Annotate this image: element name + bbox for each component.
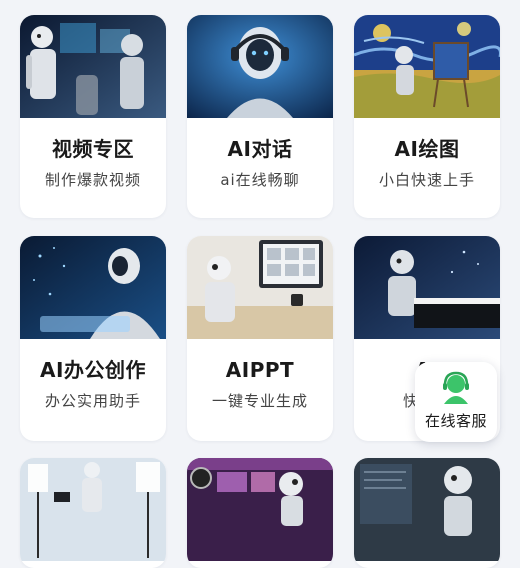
thumb-robot-painting [354, 15, 500, 118]
headset-avatar-icon [439, 370, 473, 408]
thumb-robots-in-studio [20, 15, 166, 118]
thumb-robot-photo-studio [20, 458, 166, 561]
card-ai-chat[interactable]: AI对话 ai在线畅聊 [187, 15, 333, 218]
card-subtitle: 办公实用助手 [44, 392, 141, 410]
customer-service-label: 在线客服 [424, 412, 487, 430]
thumb-robot-piano [354, 236, 500, 339]
card-title: AI办公创作 [40, 358, 146, 382]
thumb-robot-with-headset [187, 15, 333, 118]
thumb-robot-typing [20, 236, 166, 339]
card-ai-office[interactable]: AI办公创作 办公实用助手 [20, 236, 166, 441]
thumb-robot-at-desk [187, 236, 333, 339]
card-ai-drawing[interactable]: AI绘图 小白快速上手 [354, 15, 500, 218]
card-title: AIPPT [225, 358, 295, 382]
card-subtitle: 制作爆款视频 [44, 171, 141, 189]
feature-grid: 视频专区 制作爆款视频 AI对话 ai在线畅聊 AI绘图 小白快速上手 AI办公… [0, 0, 520, 568]
customer-service-button[interactable]: 在线客服 [415, 362, 497, 442]
card-title: 视频专区 [52, 137, 134, 161]
card-title: AI对话 [227, 137, 293, 161]
card-title: AI绘图 [394, 137, 460, 161]
card-subtitle: 小白快速上手 [378, 171, 475, 189]
thumb-robot-video-editing [187, 458, 333, 561]
card-aippt[interactable]: AIPPT 一键专业生成 [187, 236, 333, 441]
thumb-robot-data-screen [354, 458, 500, 561]
card-video-zone[interactable]: 视频专区 制作爆款视频 [20, 15, 166, 218]
card-subtitle: ai在线畅聊 [220, 171, 300, 189]
card-subtitle: 一键专业生成 [211, 392, 308, 410]
